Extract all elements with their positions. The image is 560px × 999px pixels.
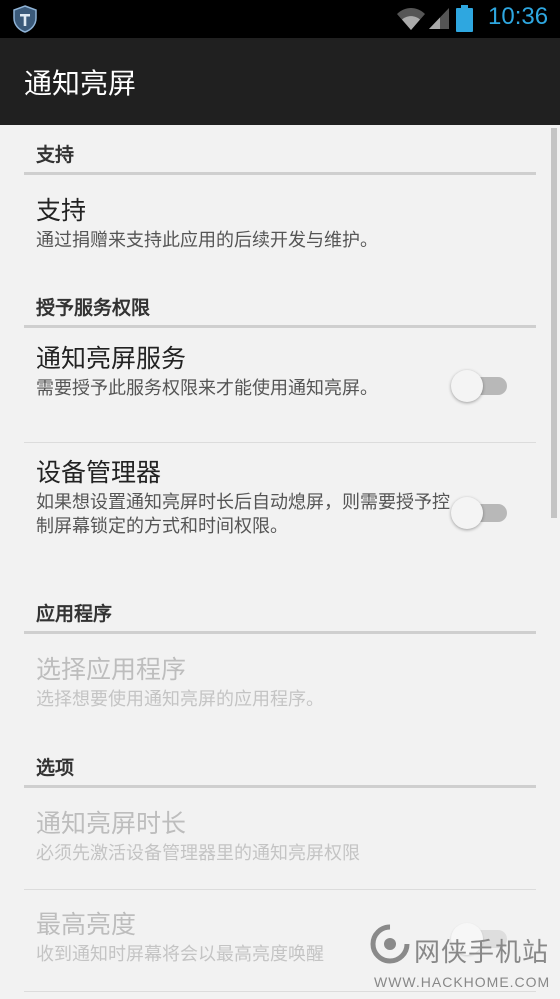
item-divider [24,889,536,890]
pref-notification-service[interactable]: 通知亮屏服务 需要授予此服务权限来才能使用通知亮屏。 [36,343,456,401]
switch-thumb [451,370,483,402]
pref-title: 通知亮屏时长 [36,809,187,838]
pref-wake-duration[interactable]: 通知亮屏时长 必须先激活设备管理器里的通知亮屏权限 [36,808,456,866]
battery-icon [456,5,473,32]
pref-choose-apps[interactable]: 选择应用程序 选择想要使用通知亮屏的应用程序。 [36,654,456,712]
status-bar: 10:36 [0,0,560,38]
shield-icon [13,5,37,33]
item-divider [24,442,536,443]
watermark-name: 网侠手机站 [414,938,550,968]
category-divider [24,631,536,634]
category-divider [24,785,536,788]
pref-title: 支持 [36,196,87,225]
action-bar: 通知亮屏 [0,38,560,125]
notification-service-switch[interactable] [451,368,509,404]
category-header: 应用程序 [36,603,113,625]
hackhome-logo-icon [370,924,410,964]
status-clock: 10:36 [488,3,549,30]
pref-summary: 选择想要使用通知亮屏的应用程序。 [36,689,324,710]
pref-support[interactable]: 支持 通过捐赠来支持此应用的后续开发与维护。 [36,195,456,253]
pref-title: 选择应用程序 [36,655,187,684]
pref-summary: 如果想设置通知亮屏时长后自动熄屏，则需要授予控制屏幕锁定的方式和时间权限。 [36,492,450,537]
device-admin-switch[interactable] [451,495,509,531]
category-divider [24,172,536,175]
pref-title: 设备管理器 [36,458,162,487]
pref-title: 通知亮屏服务 [36,344,187,373]
category-header: 授予服务权限 [36,297,151,319]
page-title: 通知亮屏 [24,67,137,100]
pref-summary: 需要授予此服务权限来才能使用通知亮屏。 [36,378,378,399]
pref-summary: 通过捐赠来支持此应用的后续开发与维护。 [36,230,378,251]
signal-icon [429,8,449,29]
category-header: 支持 [36,144,75,166]
pref-summary: 必须先激活设备管理器里的通知亮屏权限 [36,843,360,864]
category-header: 选项 [36,757,75,779]
wifi-icon [397,8,425,30]
preference-list[interactable]: 支持 支持 通过捐赠来支持此应用的后续开发与维护。 授予服务权限 通知亮屏服务 … [0,125,560,999]
watermark: 网侠手机站 WWW.HACKHOME.COM [370,918,560,999]
scrollbar[interactable] [551,128,557,518]
pref-device-admin[interactable]: 设备管理器 如果想设置通知亮屏时长后自动熄屏，则需要授予控制屏幕锁定的方式和时间… [36,457,456,539]
watermark-url: WWW.HACKHOME.COM [374,974,551,990]
category-divider [24,325,536,328]
switch-thumb [451,497,483,529]
